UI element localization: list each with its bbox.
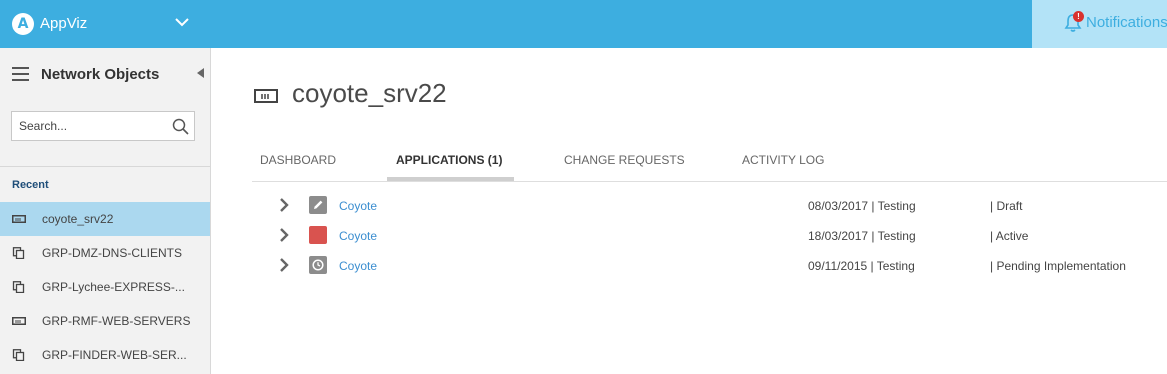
sidebar-divider xyxy=(0,166,210,167)
chevron-right-icon[interactable] xyxy=(278,227,290,243)
recent-item-label: GRP-FINDER-WEB-SER... xyxy=(42,348,187,362)
tab-activity-log[interactable]: ACTIVITY LOG xyxy=(742,153,824,167)
application-date: 18/03/2017 | Testing xyxy=(808,229,916,243)
hamburger-menu-icon[interactable] xyxy=(12,67,29,81)
recent-list: coyote_srv22 GRP-DMZ-DNS-CLIENTS GRP-Lyc… xyxy=(0,202,210,372)
active-tab-indicator xyxy=(387,177,514,181)
application-link[interactable]: Coyote xyxy=(339,229,377,243)
recent-item-label: GRP-RMF-WEB-SERVERS xyxy=(42,314,191,328)
application-date: 08/03/2017 | Testing xyxy=(808,199,916,213)
recent-item-label: GRP-Lychee-EXPRESS-... xyxy=(42,280,185,294)
pencil-icon xyxy=(309,196,327,214)
collapse-sidebar-icon[interactable] xyxy=(197,68,204,78)
chevron-right-icon[interactable] xyxy=(278,197,290,213)
clock-icon xyxy=(309,256,327,274)
application-status: | Draft xyxy=(990,199,1023,213)
logo-letter: A xyxy=(17,16,29,32)
application-row: Coyote 18/03/2017 | Testing | Active xyxy=(252,221,1167,251)
application-status: | Pending Implementation xyxy=(990,259,1126,273)
recent-heading: Recent xyxy=(12,179,49,191)
appviz-logo-icon[interactable]: A xyxy=(12,13,34,35)
recent-item[interactable]: GRP-RMF-WEB-SERVERS xyxy=(0,304,210,338)
sidebar: Network Objects Recent coyote_srv22 GRP-… xyxy=(0,48,211,374)
recent-item-label: GRP-DMZ-DNS-CLIENTS xyxy=(42,246,182,260)
server-icon xyxy=(12,215,26,223)
app-name[interactable]: AppViz xyxy=(40,15,87,32)
recent-item-label: coyote_srv22 xyxy=(42,212,114,226)
chevron-down-icon[interactable] xyxy=(172,12,192,32)
search-box xyxy=(11,111,195,141)
application-link[interactable]: Coyote xyxy=(339,199,377,213)
application-link[interactable]: Coyote xyxy=(339,259,377,273)
chevron-right-icon[interactable] xyxy=(278,257,290,273)
active-square-icon xyxy=(309,226,327,244)
tab-dashboard[interactable]: DASHBOARD xyxy=(260,153,336,167)
application-row: Coyote 08/03/2017 | Testing | Draft xyxy=(252,191,1167,221)
search-icon[interactable] xyxy=(172,118,189,135)
group-icon xyxy=(12,247,25,259)
application-row: Coyote 09/11/2015 | Testing | Pending Im… xyxy=(252,251,1167,281)
page-title: coyote_srv22 xyxy=(292,78,447,108)
top-bar: A AppViz ! Notifications xyxy=(0,0,1167,48)
notifications-button[interactable]: ! Notifications xyxy=(1032,0,1167,48)
tab-bar: DASHBOARD APPLICATIONS (1) CHANGE REQUES… xyxy=(252,150,1167,182)
notification-badge: ! xyxy=(1073,11,1084,22)
application-status: | Active xyxy=(990,229,1029,243)
application-date: 09/11/2015 | Testing xyxy=(808,259,915,273)
tab-applications[interactable]: APPLICATIONS (1) xyxy=(396,153,502,167)
search-input[interactable] xyxy=(12,112,167,140)
recent-item[interactable]: GRP-FINDER-WEB-SER... xyxy=(0,338,210,372)
recent-item[interactable]: GRP-Lychee-EXPRESS-... xyxy=(0,270,210,304)
server-icon xyxy=(12,317,26,325)
sidebar-title: Network Objects xyxy=(41,66,160,83)
recent-item[interactable]: GRP-DMZ-DNS-CLIENTS xyxy=(0,236,210,270)
notifications-label: Notifications xyxy=(1086,14,1167,31)
tab-change-requests[interactable]: CHANGE REQUESTS xyxy=(564,153,685,167)
server-icon xyxy=(254,89,278,103)
group-icon xyxy=(12,349,25,361)
group-icon xyxy=(12,281,25,293)
recent-item[interactable]: coyote_srv22 xyxy=(0,202,210,236)
